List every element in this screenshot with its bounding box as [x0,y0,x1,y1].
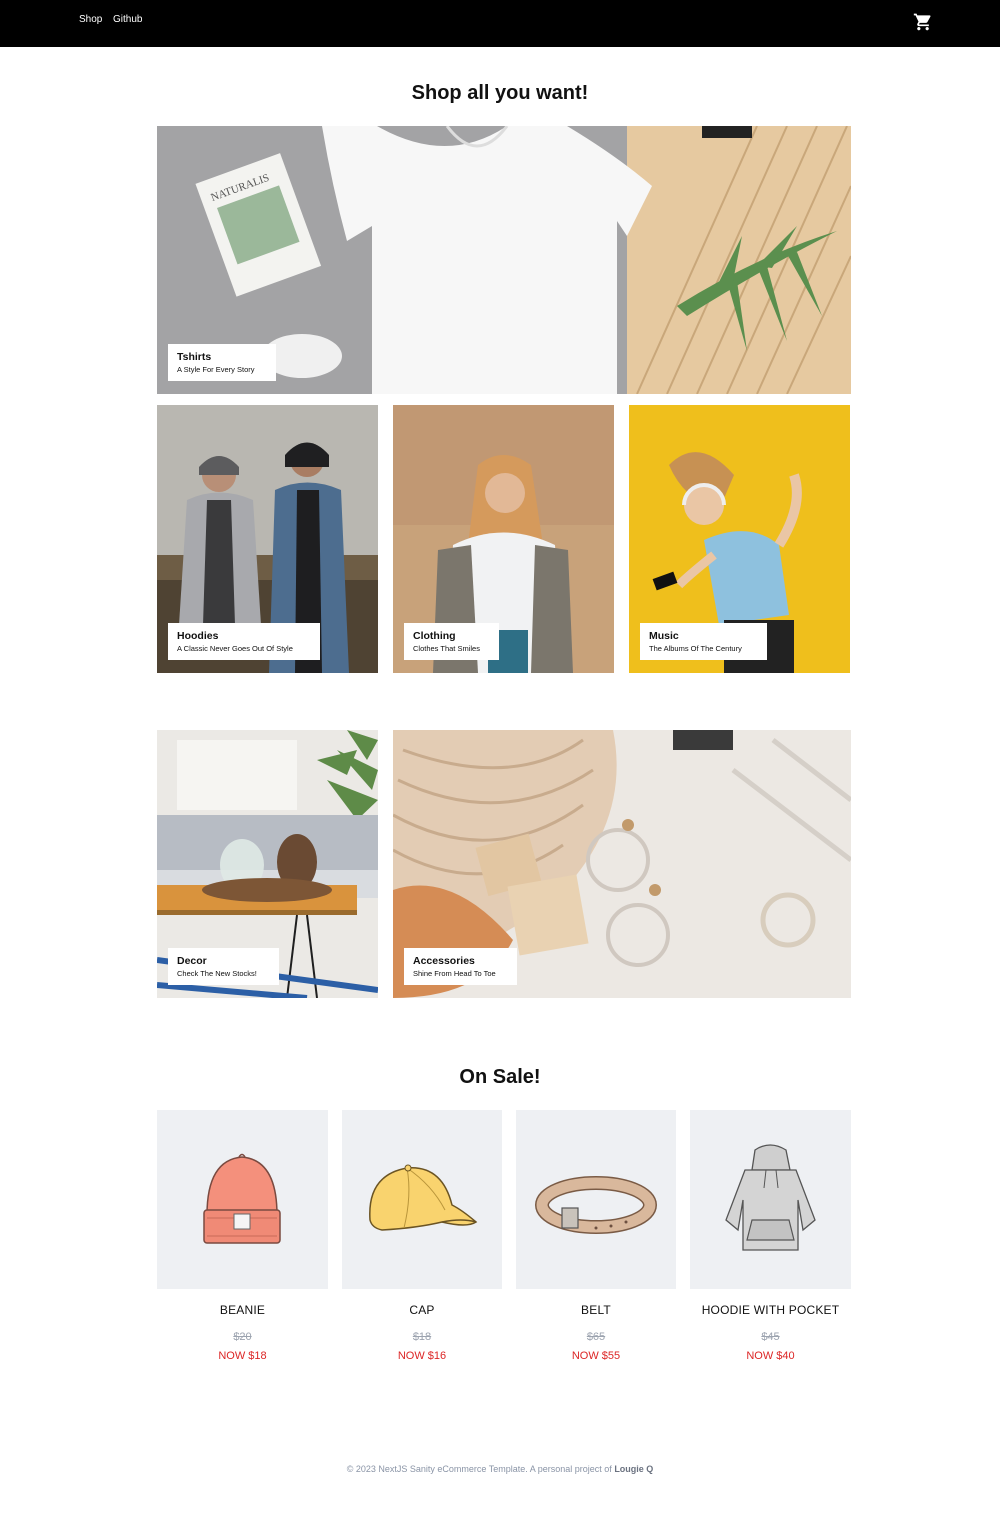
category-tile-accessories[interactable]: Accessories Shine From Head To Toe [393,730,851,998]
product-name: BELT [581,1303,611,1317]
footer-text: © 2023 NextJS Sanity eCommerce Template.… [346,1464,612,1474]
category-title: Clothing [413,630,456,642]
product-sale-price: NOW $40 [746,1350,795,1362]
product-name: HOODIE WITH POCKET [701,1303,840,1317]
category-subtitle: Check The New Stocks! [177,969,257,978]
category-tile-tshirts[interactable]: NATURALIS Tshirts A Style For Every Stor… [157,126,851,394]
product-image[interactable] [157,1110,328,1289]
product-old-price: $65 [586,1331,606,1343]
category-caption: Decor Check The New Stocks! [168,948,279,985]
sale-title: On Sale! [459,1066,541,1088]
category-subtitle: Clothes That Smiles [413,644,480,653]
category-title: Tshirts [177,351,212,363]
category-title: Music [649,630,679,642]
category-title: Decor [177,955,207,967]
product-old-price: $45 [761,1331,780,1343]
beanie-icon [203,1153,281,1244]
category-tile-hoodies[interactable]: Hoodies A Classic Never Goes Out Of Styl… [157,405,378,673]
category-tile-music[interactable]: Music The Albums Of The Century [629,405,850,673]
belt-icon [535,1176,657,1234]
product-name: BEANIE [219,1303,266,1317]
category-tile-clothing[interactable]: Clothing Clothes That Smiles [393,405,614,673]
category-caption: Tshirts A Style For Every Story [168,344,276,381]
category-caption: Hoodies A Classic Never Goes Out Of Styl… [168,623,320,660]
footer: © 2023 NextJS Sanity eCommerce Template.… [0,1464,1000,1474]
cart-icon[interactable] [913,12,933,32]
cap-icon [369,1164,478,1231]
product-old-price: $20 [233,1331,252,1343]
product-image[interactable] [516,1110,676,1289]
product-name: CAP [409,1303,435,1317]
category-caption: Clothing Clothes That Smiles [404,623,499,660]
product-sale-price: NOW $18 [218,1350,267,1362]
product-sale-price: NOW $16 [397,1350,447,1362]
product-old-price: $18 [412,1331,432,1343]
navbar: Shop Github [0,0,1000,47]
category-subtitle: Shine From Head To Toe [413,969,496,978]
product-sale-price: NOW $55 [571,1350,621,1362]
page-title: Shop all you want! [411,82,589,104]
nav-link-shop[interactable]: Shop [79,14,102,25]
category-title: Accessories [413,955,475,967]
category-tile-decor[interactable]: Decor Check The New Stocks! [157,730,378,998]
category-title: Hoodies [177,630,219,642]
category-subtitle: A Classic Never Goes Out Of Style [177,644,293,653]
category-subtitle: A Style For Every Story [177,365,255,374]
product-image[interactable] [342,1110,502,1289]
hoodie-icon [725,1144,816,1251]
product-image[interactable] [690,1110,851,1289]
nav-link-github[interactable]: Github [113,14,142,25]
category-subtitle: The Albums Of The Century [649,644,742,653]
category-caption: Music The Albums Of The Century [640,623,767,660]
footer-author-link[interactable]: Lougie Q [614,1464,653,1474]
category-caption: Accessories Shine From Head To Toe [404,948,517,985]
